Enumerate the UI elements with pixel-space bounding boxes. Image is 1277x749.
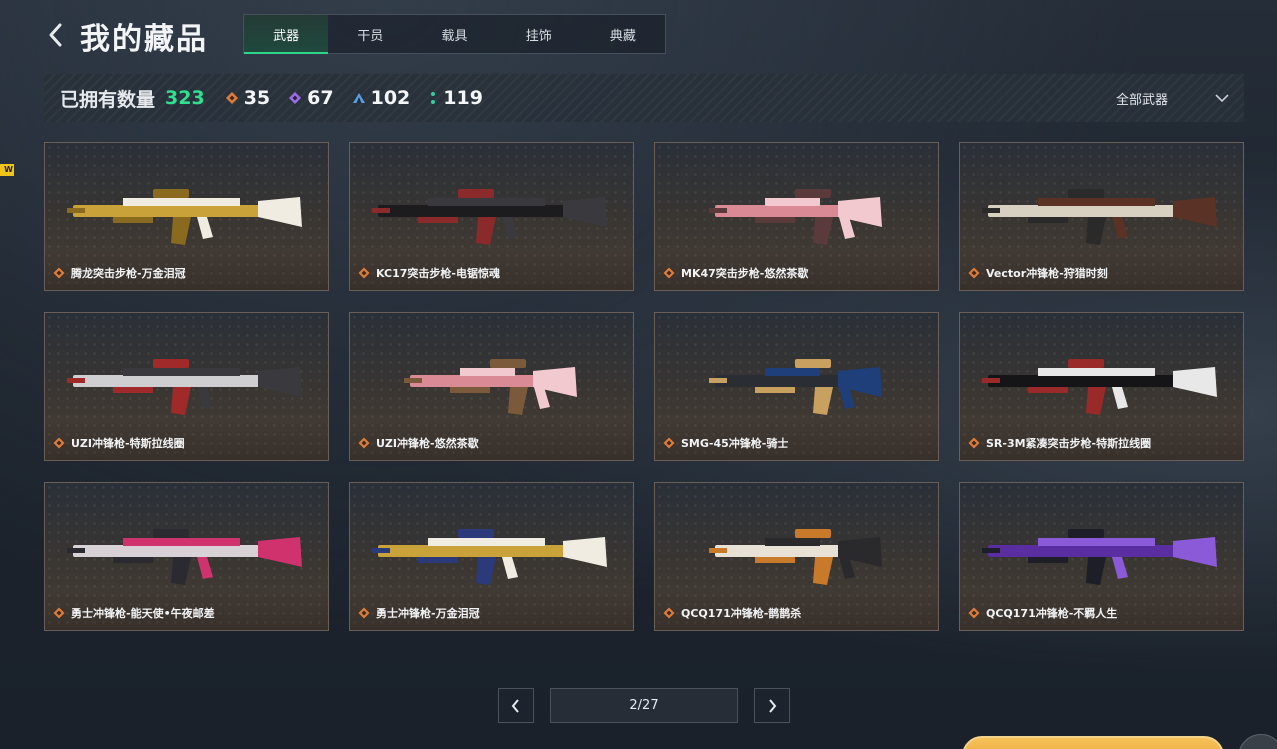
orange-diamond-icon bbox=[53, 267, 65, 279]
orange-diamond-icon bbox=[53, 607, 65, 619]
weapon-card-label: QCQ171冲锋枪-不羁人生 bbox=[968, 605, 1117, 621]
weapon-card-label: UZI冲锋枪-悠然茶歇 bbox=[358, 435, 479, 451]
page-title: 我的藏品 bbox=[80, 22, 208, 57]
weapon-name: QCQ171冲锋枪-鹊鹊杀 bbox=[681, 607, 802, 620]
new-badge: W bbox=[0, 164, 14, 176]
weapon-card-label: Vector冲锋枪-狩猎时刻 bbox=[968, 265, 1108, 281]
stats-bar: 已拥有数量 323 35 67 102 119 全部武器 bbox=[44, 74, 1244, 122]
orange-diamond-icon bbox=[225, 92, 238, 104]
weapon-skin-image bbox=[404, 359, 577, 415]
weapon-name: MK47突击步枪-悠然茶歇 bbox=[681, 267, 809, 280]
rarity-stat-purple: 67 bbox=[288, 87, 334, 109]
weapon-card-label: 勇士冲锋枪-万金泪冠 bbox=[358, 605, 480, 621]
weapon-card[interactable]: UZI冲锋枪-特斯拉线圈 bbox=[44, 312, 329, 461]
next-page-button[interactable] bbox=[754, 688, 790, 723]
rarity-stat-blue: 102 bbox=[352, 87, 411, 109]
orange-diamond-icon bbox=[968, 267, 980, 279]
weapon-name: SMG-45冲锋枪-骑士 bbox=[681, 437, 789, 450]
orange-diamond-icon bbox=[358, 607, 370, 619]
category-tabs: 武器 干员 载具 挂饰 典藏 bbox=[243, 14, 666, 54]
weapon-card-label: 腾龙突击步枪-万金泪冠 bbox=[53, 265, 186, 281]
rarity-count: 35 bbox=[243, 87, 271, 109]
weapon-skin-image bbox=[709, 359, 882, 415]
tab-charms[interactable]: 挂饰 bbox=[497, 15, 581, 53]
rarity-stat-green: 119 bbox=[428, 87, 483, 109]
weapon-skin-image bbox=[709, 189, 882, 245]
orange-diamond-icon bbox=[663, 267, 675, 279]
weapon-card-label: 勇士冲锋枪-能天使•午夜邮差 bbox=[53, 605, 215, 621]
weapon-card[interactable]: SR-3M紧凑突击步枪-特斯拉线圈 bbox=[959, 312, 1244, 461]
filter-label: 全部武器 bbox=[1115, 92, 1168, 108]
orange-diamond-icon bbox=[358, 267, 370, 279]
tab-collection[interactable]: 典藏 bbox=[581, 15, 665, 53]
chevron-down-icon bbox=[1215, 94, 1229, 103]
rarity-count: 102 bbox=[370, 87, 411, 109]
weapon-name: 腾龙突击步枪-万金泪冠 bbox=[71, 267, 186, 280]
weapon-name: 勇士冲锋枪-万金泪冠 bbox=[376, 607, 480, 620]
prev-page-button[interactable] bbox=[498, 688, 534, 723]
purple-diamond-icon bbox=[289, 92, 302, 104]
green-dots-icon bbox=[431, 92, 436, 104]
owned-label: 已拥有数量 bbox=[60, 88, 156, 111]
orange-diamond-icon bbox=[968, 607, 980, 619]
weapon-name: Vector冲锋枪-狩猎时刻 bbox=[986, 267, 1108, 280]
weapon-card-label: MK47突击步枪-悠然茶歇 bbox=[663, 265, 808, 281]
weapon-card[interactable]: KC17突击步枪-电锯惊魂 bbox=[349, 142, 634, 291]
weapon-skin-image bbox=[372, 529, 607, 585]
weapon-card[interactable]: 勇士冲锋枪-能天使•午夜邮差 bbox=[44, 482, 329, 631]
orange-diamond-icon bbox=[968, 437, 980, 449]
weapon-card-label: SR-3M紧凑突击步枪-特斯拉线圈 bbox=[968, 435, 1151, 451]
weapon-skin-image bbox=[982, 189, 1217, 245]
orange-diamond-icon bbox=[663, 607, 675, 619]
weapon-skin-image bbox=[982, 359, 1217, 415]
weapon-skin-image bbox=[372, 189, 607, 245]
rarity-stat-orange: 35 bbox=[225, 87, 270, 109]
tab-vehicles[interactable]: 载具 bbox=[412, 15, 496, 53]
primary-action-button[interactable] bbox=[962, 736, 1224, 749]
weapon-card-label: UZI冲锋枪-特斯拉线圈 bbox=[53, 435, 185, 451]
weapon-filter-dropdown[interactable]: 全部武器 bbox=[1116, 74, 1230, 122]
owned-count: 323 bbox=[165, 87, 205, 109]
chevron-left-icon bbox=[49, 23, 62, 47]
weapon-card[interactable]: QCQ171冲锋枪-不羁人生 bbox=[959, 482, 1244, 631]
weapon-card[interactable]: 腾龙突击步枪-万金泪冠 bbox=[44, 142, 329, 291]
weapon-skin-image bbox=[709, 529, 882, 585]
weapon-card[interactable]: MK47突击步枪-悠然茶歇 bbox=[654, 142, 939, 291]
weapon-card-label: QCQ171冲锋枪-鹊鹊杀 bbox=[663, 605, 801, 621]
weapon-name: SR-3M紧凑突击步枪-特斯拉线圈 bbox=[986, 437, 1152, 450]
weapon-card-label: KC17突击步枪-电锯惊魂 bbox=[358, 265, 500, 281]
orange-diamond-icon bbox=[358, 437, 370, 449]
tab-weapons[interactable]: 武器 bbox=[244, 15, 329, 54]
chevron-left-icon bbox=[511, 698, 519, 713]
weapon-name: UZI冲锋枪-悠然茶歇 bbox=[376, 437, 479, 450]
weapon-name: KC17突击步枪-电锯惊魂 bbox=[376, 267, 500, 280]
orange-diamond-icon bbox=[53, 437, 65, 449]
weapon-card-label: SMG-45冲锋枪-骑士 bbox=[663, 435, 788, 451]
weapon-skin-image bbox=[67, 359, 302, 415]
weapon-card[interactable]: UZI冲锋枪-悠然茶歇 bbox=[349, 312, 634, 461]
weapon-skin-image bbox=[67, 529, 302, 585]
weapon-name: QCQ171冲锋枪-不羁人生 bbox=[986, 607, 1118, 620]
weapon-name: 勇士冲锋枪-能天使•午夜邮差 bbox=[71, 607, 215, 620]
back-button[interactable] bbox=[44, 20, 70, 50]
weapon-skin-image bbox=[982, 529, 1217, 585]
weapon-card[interactable]: SMG-45冲锋枪-骑士 bbox=[654, 312, 939, 461]
blue-triangle-icon bbox=[352, 93, 365, 103]
weapon-card[interactable]: QCQ171冲锋枪-鹊鹊杀 bbox=[654, 482, 939, 631]
rarity-count: 67 bbox=[307, 87, 334, 109]
pagination: 2/27 bbox=[498, 688, 790, 723]
weapon-name: UZI冲锋枪-特斯拉线圈 bbox=[71, 437, 185, 450]
weapon-card[interactable]: 勇士冲锋枪-万金泪冠 bbox=[349, 482, 634, 631]
weapon-card[interactable]: Vector冲锋枪-狩猎时刻 bbox=[959, 142, 1244, 291]
chevron-right-icon bbox=[769, 698, 777, 713]
tab-operators[interactable]: 干员 bbox=[328, 15, 412, 53]
orange-diamond-icon bbox=[663, 437, 675, 449]
round-action-button[interactable] bbox=[1238, 734, 1277, 749]
weapon-skin-image bbox=[67, 189, 302, 245]
rarity-count: 119 bbox=[443, 87, 483, 109]
page-indicator: 2/27 bbox=[550, 688, 738, 723]
